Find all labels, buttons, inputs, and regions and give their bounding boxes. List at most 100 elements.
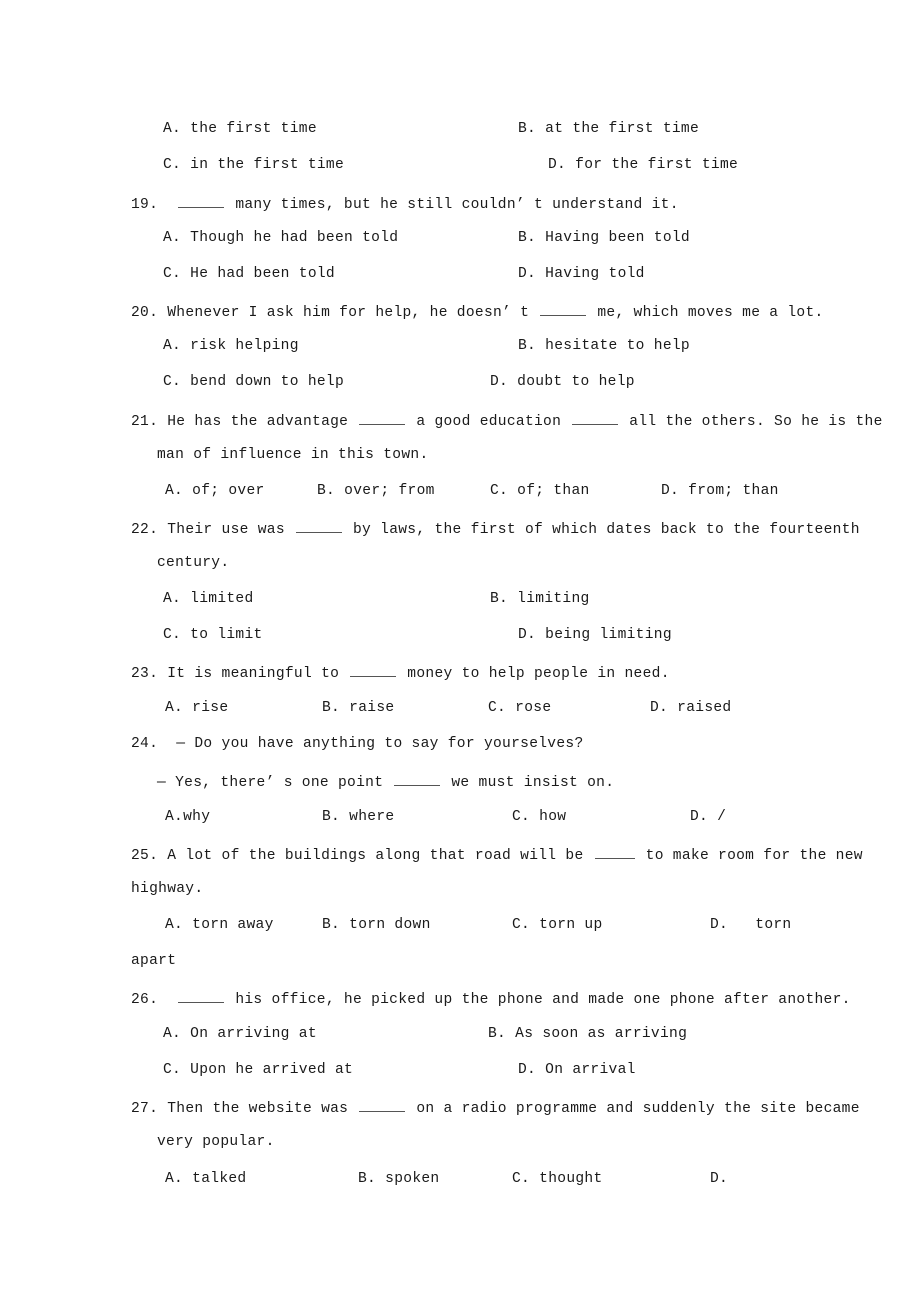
option-c-q26: C. Upon he arrived at [163,1061,353,1079]
question-number: 20. [131,304,159,321]
option-text: limiting [517,591,590,607]
option-b-q22: B. limiting [490,590,590,608]
option-text: Having been told [545,230,690,246]
option-text: hesitate to help [545,338,690,354]
option-d-q19: D. Having told [518,265,645,283]
option-text: for the first time [575,157,739,173]
option-d-q25: D. torn [710,916,791,934]
question-number: 25. [131,847,159,864]
option-label: A. [165,917,184,933]
option-text: / [717,809,727,825]
question-stem-24-line1: 24. — Do you have anything to say for yo… [131,735,584,753]
option-text: of; over [192,483,265,499]
option-label: D. [490,374,509,390]
option-text: He had been told [190,266,335,282]
option-text: risk helping [190,338,299,354]
option-text: raise [349,700,395,716]
answer-blank [394,771,441,786]
option-text: spoken [385,1171,440,1187]
answer-blank [359,410,406,425]
question-stem-26: 26. his office, he picked up the phone a… [131,988,851,1009]
option-text: doubt to help [517,374,635,390]
option-label: B. [488,1026,507,1042]
option-d-q26: D. On arrival [518,1061,636,1079]
option-a-q23: A. rise [165,699,228,717]
option-text: rise [192,700,229,716]
question-text-post: by laws, the first of which dates back t… [353,521,860,538]
option-label: B. [322,700,341,716]
question-text-post: me, which moves me a lot. [597,304,824,321]
option-a-q22: A. limited [163,590,254,608]
question-text-line1: — Do you have anything to say for yourse… [176,736,584,752]
question-text-pre: Whenever I ask him for help, he doesn’ t [167,304,530,321]
question-text-line2: highway. [131,881,204,897]
question-stem-21-line2: man of influence in this town. [157,446,429,464]
option-text: Having told [545,266,645,282]
option-label: B. [518,230,537,246]
answer-blank [572,410,619,425]
option-text: As soon as arriving [515,1026,688,1042]
question-text-pre: Then the website was [167,1100,349,1117]
question-text-pre: A lot of the buildings along that road w… [167,847,584,864]
question-stem-19: 19. many times, but he still couldn’ t u… [131,193,679,214]
option-label: D. [548,157,567,173]
option-text-overflow: apart [131,953,177,969]
question-stem-23: 23. It is meaningful to money to help pe… [131,662,670,683]
option-label: A. [165,809,184,825]
option-a-q24: A.why [165,808,210,826]
option-label: D. [661,483,680,499]
option-text: On arrival [545,1062,636,1078]
option-text: torn [755,917,792,933]
option-c-q21: C. of; than [490,482,590,500]
option-label: B. [322,917,341,933]
answer-blank [594,844,635,859]
question-number: 27. [131,1100,159,1117]
option-label: A. [163,338,182,354]
option-b-q23: B. raise [322,699,394,717]
question-text-post: money to help people in need. [407,665,670,682]
answer-blank [295,518,342,533]
option-label: C. [163,1062,182,1078]
option-a-q27: A. talked [165,1170,246,1188]
option-b-q19: B. Having been told [518,229,690,247]
option-d-q22: D. being limiting [518,626,672,644]
question-text-post: his office, he picked up the phone and m… [235,991,851,1008]
option-label: D. [518,266,537,282]
option-text: torn away [192,917,274,933]
option-label: C. [163,627,182,643]
option-d-q23: D. raised [650,699,731,717]
question-text-post: all the others. So he is the [629,413,883,430]
option-label: A. [163,1026,182,1042]
question-number: 24. [131,736,159,752]
option-b-q18: B. at the first time [518,120,699,138]
option-label: D. [518,627,537,643]
option-text: where [349,809,395,825]
option-label: A. [163,121,182,137]
question-stem-25: 25. A lot of the buildings along that ro… [131,844,863,865]
option-text: at the first time [545,121,700,137]
question-stem-22-line2: century. [157,554,229,572]
option-d-q25-overflow: apart [131,952,176,970]
option-text: torn up [539,917,603,933]
question-text-line2: very popular. [157,1134,275,1150]
option-label: C. [163,374,182,390]
option-text: to limit [190,627,263,643]
option-b-q21: B. over; from [317,482,435,500]
option-text: in the first time [190,157,345,173]
option-label: C. [163,157,182,173]
worksheet-page: A. the first time B. at the first time C… [0,0,920,1302]
option-d-q18: D. for the first time [548,156,738,174]
question-text-post: to make room for the new [645,847,863,864]
option-b-q25: B. torn down [322,916,431,934]
option-label: A. [165,700,184,716]
option-a-q25: A. torn away [165,916,274,934]
option-c-q18: C. in the first time [163,156,344,174]
option-text: of; than [517,483,590,499]
question-text-line2: century. [157,555,230,571]
option-b-q27: B. spoken [358,1170,439,1188]
question-text-pre: He has the advantage [167,413,349,430]
option-text: why [183,809,211,825]
option-b-q24: B. where [322,808,394,826]
question-number: 19. [131,196,159,213]
option-c-q19: C. He had been told [163,265,335,283]
